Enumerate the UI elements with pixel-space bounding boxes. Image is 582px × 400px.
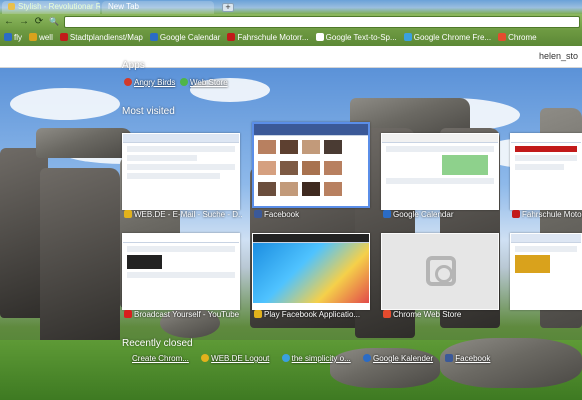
- tile-caption: Play Facebook Applicatio...: [254, 310, 372, 321]
- angry-birds-icon: [124, 78, 132, 86]
- google-icon: [281, 354, 290, 362]
- tile-favicon-icon: [124, 210, 132, 218]
- tile-favicon-icon: [254, 310, 262, 318]
- tile-caption-text: Google Calendar: [393, 210, 454, 219]
- tile-favicon-icon: [512, 210, 520, 218]
- tile-caption: Chrome Web Store: [383, 310, 501, 321]
- app-web-store[interactable]: Web Store: [180, 78, 228, 87]
- webde-icon: [201, 354, 210, 362]
- recently-closed-item[interactable]: Facebook: [445, 354, 490, 363]
- recently-closed-item[interactable]: the simplicity o...: [281, 354, 351, 363]
- tile-caption-text: Play Facebook Applicatio...: [264, 310, 361, 319]
- most-visited-tile[interactable]: [510, 133, 582, 210]
- recent-label: the simplicity o...: [291, 354, 351, 363]
- tile-caption-text: Broadcast Yourself - YouTube: [134, 310, 240, 319]
- tile-favicon-icon: [383, 310, 391, 318]
- tile-favicon-icon: [124, 310, 132, 318]
- calendar-icon: [363, 354, 371, 362]
- most-visited-tile[interactable]: [510, 233, 582, 310]
- recently-closed-item[interactable]: Google Kalender: [363, 354, 433, 363]
- tile-caption: Broadcast Yourself - YouTube: [124, 310, 242, 321]
- tile-favicon-icon: [254, 210, 262, 218]
- web-store-icon: [180, 78, 188, 86]
- tile-favicon-icon: [383, 210, 391, 218]
- tile-caption-text: Fahrschule Motorr...: [522, 210, 582, 219]
- recent-label: WEB.DE Logout: [211, 354, 270, 363]
- chrome-web-store-logo-icon: [426, 256, 456, 286]
- recently-closed-item[interactable]: WEB.DE Logout: [201, 354, 269, 363]
- most-visited-title[interactable]: Most visited: [122, 106, 175, 117]
- tile-caption: Facebook: [254, 210, 372, 221]
- tile-caption: Google Calendar: [383, 210, 501, 221]
- app-label: Web Store: [190, 78, 228, 87]
- most-visited-tile[interactable]: [252, 233, 370, 310]
- facebook-icon: [445, 354, 454, 362]
- most-visited-tile[interactable]: [381, 133, 499, 210]
- tile-caption: WEB.DE - E-Mail - Suche - D...: [124, 210, 242, 221]
- most-visited-tile[interactable]: [122, 233, 240, 310]
- most-visited-tile-empty[interactable]: [381, 233, 499, 310]
- recently-closed-list: Create Chrom... WEB.DE Logout the simpli…: [132, 354, 500, 363]
- app-label: Angry Birds: [134, 78, 176, 87]
- recently-closed-title[interactable]: Recently closed: [122, 338, 193, 349]
- tile-caption-text: WEB.DE - E-Mail - Suche - D...: [134, 210, 242, 219]
- most-visited-tile[interactable]: [122, 133, 240, 210]
- recently-closed-item[interactable]: Create Chrom...: [132, 354, 189, 363]
- recent-label: Facebook: [455, 354, 491, 363]
- most-visited-tile[interactable]: [252, 122, 370, 208]
- apps-section-title[interactable]: Apps: [122, 60, 145, 71]
- tile-caption: Fahrschule Motorr...: [512, 210, 582, 221]
- app-angry-birds[interactable]: Angry Birds: [124, 78, 175, 87]
- tile-caption-text: Chrome Web Store: [393, 310, 462, 319]
- new-tab-page: Apps Angry Birds Web Store Most visited …: [0, 0, 582, 400]
- tile-caption-text: Facebook: [264, 210, 300, 219]
- recent-label: Google Kalender: [373, 354, 434, 363]
- recent-label: Create Chrom...: [132, 354, 189, 363]
